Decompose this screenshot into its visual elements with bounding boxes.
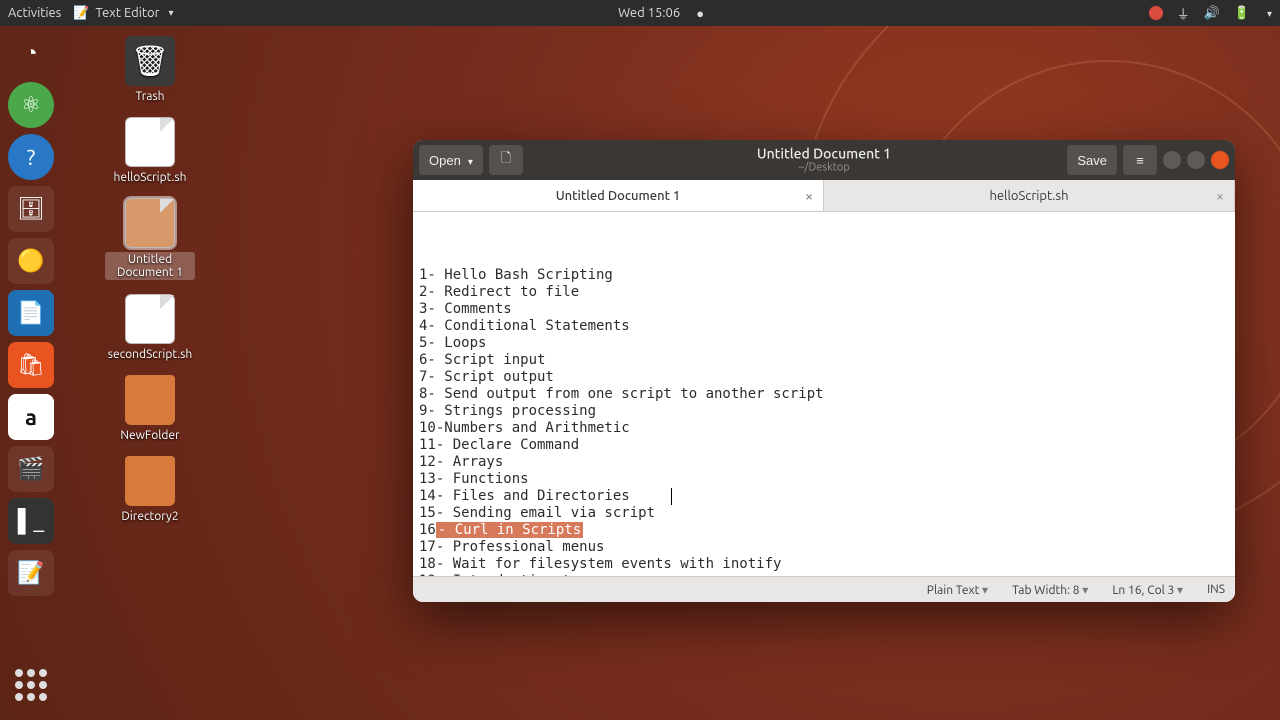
active-app-menu[interactable]: 📝 Text Editor <box>73 6 173 21</box>
activities-button[interactable]: Activities <box>8 6 61 20</box>
editor-line: 11- Declare Command <box>419 437 1229 454</box>
dock-terminal-icon[interactable]: ▌_ <box>8 498 54 544</box>
hamburger-menu-button[interactable]: ≡ <box>1123 145 1157 175</box>
dock-writer-icon[interactable]: 📄 <box>8 290 54 336</box>
editor-line: 3- Comments <box>419 301 1229 318</box>
dock-files-icon[interactable]: 🗄 <box>8 186 54 232</box>
editor-textarea[interactable]: 1- Hello Bash Scripting2- Redirect to fi… <box>413 212 1235 576</box>
editor-line: 10-Numbers and Arithmetic <box>419 420 1229 437</box>
editor-line: 2- Redirect to file <box>419 284 1229 301</box>
window-subtitle-text: ~/Desktop <box>757 162 891 175</box>
editor-line: 12- Arrays <box>419 454 1229 471</box>
hamburger-icon: ≡ <box>1136 153 1144 168</box>
window-minimize-button[interactable] <box>1163 151 1181 169</box>
editor-line: 13- Functions <box>419 471 1229 488</box>
desktop-icon-label: Untitled Document 1 <box>105 252 195 280</box>
editor-line: 6- Script input <box>419 352 1229 369</box>
desktop-file-secondscript[interactable]: secondScript.sh <box>105 294 195 361</box>
dock-gnome-logo[interactable]: ◔ <box>8 30 54 76</box>
desktop-icon-label: helloScript.sh <box>113 171 186 184</box>
text-editor-icon: 📝 <box>73 6 89 21</box>
chevron-down-icon[interactable] <box>1264 6 1272 20</box>
file-icon <box>125 117 175 167</box>
editor-line: 15- Sending email via script <box>419 505 1229 522</box>
network-icon[interactable]: ⏚ <box>1177 4 1190 23</box>
desktop-icon-label: Directory2 <box>121 510 178 523</box>
editor-line: 4- Conditional Statements <box>419 318 1229 335</box>
cursor-position[interactable]: Ln 16, Col 3 <box>1112 583 1183 597</box>
status-bar: Plain Text Tab Width: 8 Ln 16, Col 3 INS <box>413 576 1235 602</box>
editor-line: 7- Script output <box>419 369 1229 386</box>
dock-text-editor-icon[interactable]: 📝 <box>8 550 54 596</box>
desktop-icon-label: secondScript.sh <box>108 348 193 361</box>
editor-tabs: Untitled Document 1 × helloScript.sh × <box>413 180 1235 212</box>
window-maximize-button[interactable] <box>1187 151 1205 169</box>
window-close-button[interactable] <box>1211 151 1229 169</box>
screen-record-icon[interactable] <box>1149 6 1163 20</box>
window-titlebar[interactable]: Open 🗋 Untitled Document 1 ~/Desktop Sav… <box>413 140 1235 180</box>
tab-close-icon[interactable]: × <box>805 188 813 204</box>
file-icon <box>125 294 175 344</box>
editor-line: 19- Introduction to grep <box>419 573 1229 576</box>
dock-software-icon[interactable]: 🛍 <box>8 342 54 388</box>
desktop-icon-label: Trash <box>135 90 164 103</box>
desktop-icon-label: NewFolder <box>120 429 179 442</box>
tab-untitled[interactable]: Untitled Document 1 × <box>413 180 824 211</box>
tab-close-icon[interactable]: × <box>1216 188 1224 204</box>
dock-disk-icon[interactable]: 🟡 <box>8 238 54 284</box>
tab-helloscript[interactable]: helloScript.sh × <box>824 180 1235 211</box>
dock-atom-icon[interactable]: ⚛ <box>8 82 54 128</box>
new-document-icon: 🗋 <box>501 149 511 171</box>
editor-line: 5- Loops <box>419 335 1229 352</box>
trash-icon[interactable]: 🗑 Trash <box>105 36 195 103</box>
window-title-text: Untitled Document 1 <box>757 146 891 162</box>
trash-glyph-icon: 🗑 <box>125 36 175 86</box>
desktop-file-untitled[interactable]: Untitled Document 1 <box>105 198 195 280</box>
appointment-dot-icon: ● <box>696 6 704 21</box>
dock-video-icon[interactable]: 🎬 <box>8 446 54 492</box>
open-button-label: Open <box>429 153 461 168</box>
text-editor-window: Open 🗋 Untitled Document 1 ~/Desktop Sav… <box>413 140 1235 602</box>
system-tray: ⏚ 🔊 🔋 <box>1149 4 1272 23</box>
dock-help-icon[interactable]: ? <box>8 134 54 180</box>
file-icon <box>125 198 175 248</box>
active-app-label: Text Editor <box>96 6 160 20</box>
editor-line: 8- Send output from one script to anothe… <box>419 386 1229 403</box>
desktop-folder-newfolder[interactable]: NewFolder <box>105 375 195 442</box>
desktop-folder-directory2[interactable]: Directory2 <box>105 456 195 523</box>
editor-line: 18- Wait for filesystem events with inot… <box>419 556 1229 573</box>
launcher-dock: ◔ ⚛ ? 🗄 🟡 📄 🛍 a 🎬 ▌_ 📝 <box>4 26 58 720</box>
folder-icon <box>125 375 175 425</box>
desktop-icons: 🗑 Trash helloScript.sh Untitled Document… <box>80 36 220 523</box>
desktop-file-helloscript[interactable]: helloScript.sh <box>105 117 195 184</box>
editor-line: 14- Files and Directories <box>419 488 1229 505</box>
new-tab-button[interactable]: 🗋 <box>489 145 523 175</box>
volume-icon[interactable]: 🔊 <box>1204 6 1220 21</box>
insert-mode-indicator[interactable]: INS <box>1207 583 1225 596</box>
window-title: Untitled Document 1 ~/Desktop <box>757 146 891 175</box>
battery-icon[interactable]: 🔋 <box>1234 6 1250 21</box>
tab-label: Untitled Document 1 <box>556 189 681 203</box>
save-button[interactable]: Save <box>1067 145 1117 175</box>
tab-label: helloScript.sh <box>989 189 1068 203</box>
open-button[interactable]: Open <box>419 145 483 175</box>
clock[interactable]: Wed 15:06 <box>618 6 680 20</box>
show-applications-icon[interactable] <box>8 662 54 708</box>
dock-amazon-icon[interactable]: a <box>8 394 54 440</box>
editor-line: 16- Curl in Scripts <box>419 522 1229 539</box>
tab-width-selector[interactable]: Tab Width: 8 <box>1012 583 1088 597</box>
text-cursor <box>671 488 672 505</box>
editor-line: 17- Professional menus <box>419 539 1229 556</box>
gnome-topbar: Activities 📝 Text Editor Wed 15:06 ● ⏚ 🔊… <box>0 0 1280 26</box>
chevron-down-icon <box>465 153 473 168</box>
editor-line: 9- Strings processing <box>419 403 1229 420</box>
chevron-down-icon <box>166 7 174 19</box>
text-selection: - Curl in Scripts <box>436 522 583 538</box>
folder-icon <box>125 456 175 506</box>
language-selector[interactable]: Plain Text <box>927 583 988 597</box>
editor-line: 1- Hello Bash Scripting <box>419 267 1229 284</box>
